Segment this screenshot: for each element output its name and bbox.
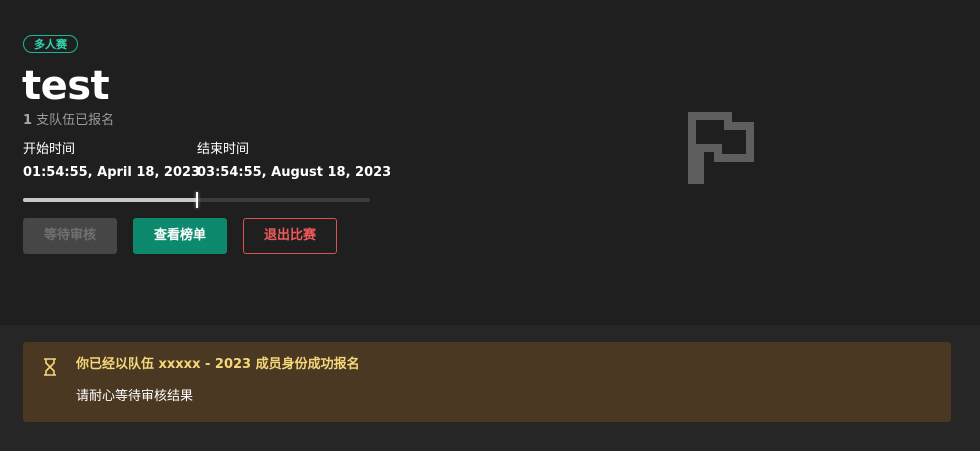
wait-review-button[interactable]: 等待审核 [23, 218, 117, 254]
notice-title: 你已经以队伍 xxxxx - 2023 成员身份成功报名 [76, 357, 360, 372]
teams-count: 1 [23, 113, 33, 128]
end-time-label: 结束时间 [197, 142, 250, 157]
start-time-value: 01:54:55, April 18, 2023 [23, 165, 201, 180]
notice-body: 请耐心等待审核结果 [76, 389, 194, 404]
quit-contest-button[interactable]: 退出比赛 [243, 218, 337, 254]
hourglass-icon [44, 358, 56, 376]
contest-hero: 多人赛 test 1 支队伍已报名 开始时间 01:54:55, April 1… [0, 0, 980, 325]
teams-suffix: 支队伍已报名 [32, 113, 115, 128]
start-time-label: 开始时间 [23, 142, 76, 157]
progress-fill [23, 198, 197, 202]
view-ranking-button[interactable]: 查看榜单 [133, 218, 227, 254]
end-time: 结束时间 03:54:55, August 18, 2023 [197, 141, 391, 182]
contest-title: test [22, 63, 110, 109]
start-time: 开始时间 01:54:55, April 18, 2023 [23, 141, 200, 182]
contest-progress-bar [23, 192, 370, 208]
flag-icon [688, 112, 754, 184]
end-time-value: 03:54:55, August 18, 2023 [197, 165, 392, 180]
progress-marker [195, 192, 198, 208]
registration-notice: 你已经以队伍 xxxxx - 2023 成员身份成功报名 请耐心等待审核结果 [23, 342, 951, 422]
teams-registered: 1 支队伍已报名 [23, 112, 114, 130]
mode-badge: 多人赛 [23, 35, 78, 53]
